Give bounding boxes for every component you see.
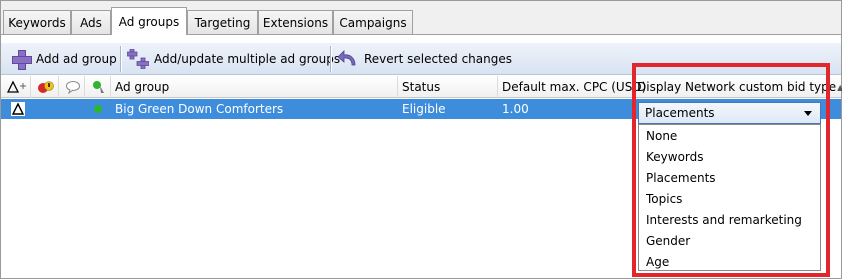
revert-label: Revert selected changes <box>364 52 513 66</box>
error-warning-icon <box>38 81 54 93</box>
col-change-indicator[interactable] <box>1 76 31 98</box>
ad-groups-panel: Keywords Ads Ad groups Targeting Extensi… <box>0 0 842 279</box>
col-display-bid-type[interactable]: Display Network custom bid type ▲ <box>633 76 842 98</box>
option-age[interactable]: Age <box>639 251 820 272</box>
option-none[interactable]: None <box>639 125 820 146</box>
tab-ads[interactable]: Ads <box>71 10 111 35</box>
tab-targeting[interactable]: Targeting <box>187 10 258 35</box>
tab-campaigns[interactable]: Campaigns <box>333 10 413 35</box>
add-ad-group-button[interactable]: Add ad group <box>11 47 117 71</box>
chevron-down-icon <box>804 111 812 116</box>
toolbar: Add ad group Add/update multiple ad grou… <box>1 43 841 75</box>
row-status: Eligible <box>402 102 446 116</box>
status-icon <box>93 81 104 93</box>
col-display-bid-type-label: Display Network custom bid type <box>637 80 837 94</box>
tab-bar: Keywords Ads Ad groups Targeting Extensi… <box>1 1 841 35</box>
bid-type-select[interactable]: Placements <box>638 102 821 124</box>
option-gender[interactable]: Gender <box>639 230 820 251</box>
col-default-cpc[interactable]: Default max. CPC (USD) <box>498 76 646 98</box>
plus-icon <box>11 49 32 70</box>
delta-row-icon <box>7 99 31 119</box>
col-ad-group[interactable]: Ad group <box>111 76 398 98</box>
toolbar-separator <box>120 46 121 72</box>
tab-ad-groups[interactable]: Ad groups <box>111 7 187 35</box>
add-multiple-ad-groups-button[interactable]: Add/update multiple ad groups <box>126 47 341 71</box>
status-dot-icon <box>89 99 109 119</box>
grid-header: Ad group Status Default max. CPC (USD) D… <box>1 76 842 98</box>
delta-icon <box>7 80 26 93</box>
option-placements[interactable]: Placements <box>639 167 820 188</box>
col-comments[interactable] <box>59 76 85 98</box>
col-status[interactable]: Status <box>398 76 498 98</box>
option-topics[interactable]: Topics <box>639 188 820 209</box>
tab-extensions[interactable]: Extensions <box>258 10 333 35</box>
col-serving-status[interactable] <box>85 76 111 98</box>
bid-type-options-list: None Keywords Placements Topics Interest… <box>638 124 821 271</box>
option-keywords[interactable]: Keywords <box>639 146 820 167</box>
comment-icon <box>66 81 80 94</box>
add-multiple-label: Add/update multiple ad groups <box>154 52 341 66</box>
revert-icon <box>337 50 359 68</box>
add-ad-group-label: Add ad group <box>36 52 117 66</box>
row-default-cpc: 1.00 <box>502 102 529 116</box>
tab-keywords[interactable]: Keywords <box>3 10 71 35</box>
multi-plus-icon <box>126 48 150 70</box>
option-interests-remarketing[interactable]: Interests and remarketing <box>639 209 820 230</box>
col-errors[interactable] <box>31 76 59 98</box>
row-ad-group: Big Green Down Comforters <box>115 102 284 116</box>
sort-up-icon: ▲ <box>837 82 842 92</box>
toolbar-separator <box>330 46 331 72</box>
bid-type-selected-value: Placements <box>645 106 715 120</box>
revert-changes-button[interactable]: Revert selected changes <box>337 47 512 71</box>
